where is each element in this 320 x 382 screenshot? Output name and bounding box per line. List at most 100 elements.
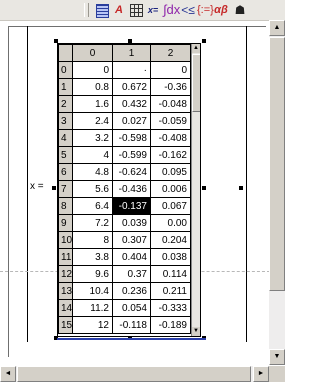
table-cell[interactable]: 12 <box>72 316 113 334</box>
table-cell[interactable]: 11.2 <box>72 299 113 317</box>
table-cell[interactable]: 0 <box>150 61 191 79</box>
row-header[interactable]: 7 <box>58 180 73 198</box>
horizontal-scrollbar[interactable]: ◄ ► <box>0 366 269 382</box>
table-cell[interactable]: 0.404 <box>112 248 151 266</box>
table-cell[interactable]: · <box>112 61 151 79</box>
selected-cell[interactable]: -0.137 <box>112 197 151 215</box>
row-header[interactable]: 10 <box>58 231 73 249</box>
table-cell[interactable]: -0.36 <box>150 78 191 96</box>
table-cell[interactable]: -0.118 <box>112 316 151 334</box>
scroll-right-button[interactable]: ► <box>253 366 269 382</box>
table-cell[interactable]: 6.4 <box>72 197 113 215</box>
row-header[interactable]: 0 <box>58 61 73 79</box>
math-toolbar: A x= ∫dx <≤ {:=} αβ ☗ <box>0 0 285 21</box>
row-header[interactable]: 9 <box>58 214 73 232</box>
table-cell[interactable]: 7.2 <box>72 214 113 232</box>
boolean-icon[interactable]: <≤ <box>180 2 196 18</box>
table-cell[interactable]: 0.307 <box>112 231 151 249</box>
resize-handle[interactable] <box>202 186 206 190</box>
table-cell[interactable]: 0.027 <box>112 112 151 130</box>
column-header[interactable]: 1 <box>112 44 151 62</box>
table-scroll-up-button[interactable]: ▲ <box>192 44 200 53</box>
table-cell[interactable]: 0.039 <box>112 214 151 232</box>
resize-handle[interactable] <box>202 39 206 43</box>
table-cell[interactable]: 10.4 <box>72 282 113 300</box>
table-cell[interactable]: -0.624 <box>112 163 151 181</box>
table-cell[interactable]: 0 <box>72 61 113 79</box>
graph-icon[interactable]: A <box>111 2 127 18</box>
table-cell[interactable]: 0.067 <box>150 197 191 215</box>
table-cell[interactable]: 0.211 <box>150 282 191 300</box>
row-header[interactable]: 15 <box>58 316 73 334</box>
table-cell[interactable]: 0.8 <box>72 78 113 96</box>
table-cell[interactable]: 9.6 <box>72 265 113 283</box>
table-cell[interactable]: 0.038 <box>150 248 191 266</box>
table-row: 3 2.4 0.027 -0.059 <box>58 112 191 130</box>
matrix-icon[interactable] <box>128 2 144 18</box>
resize-handle[interactable] <box>239 186 243 190</box>
row-header[interactable]: 8 <box>58 197 73 215</box>
table-cell[interactable]: -0.599 <box>112 146 151 164</box>
row-header[interactable]: 3 <box>58 112 73 130</box>
table-cell[interactable]: 0.672 <box>112 78 151 96</box>
table-cell[interactable]: 4.8 <box>72 163 113 181</box>
column-header[interactable]: 2 <box>150 44 191 62</box>
table-cell[interactable]: -0.189 <box>150 316 191 334</box>
table-cell[interactable]: -0.162 <box>150 146 191 164</box>
table-scroll-thumb[interactable] <box>192 54 200 112</box>
table-cell[interactable]: -0.059 <box>150 112 191 130</box>
column-header[interactable]: 0 <box>72 44 113 62</box>
matrix-table: 0 1 2 0 0 · 0 1 0.8 0.672 -0.36 2 1.6 0.432 -0.048 3… <box>58 44 191 334</box>
row-header[interactable]: 12 <box>58 265 73 283</box>
table-cell[interactable]: 8 <box>72 231 113 249</box>
table-cell[interactable]: 2.4 <box>72 112 113 130</box>
table-cell[interactable]: 0.432 <box>112 95 151 113</box>
row-header[interactable]: 6 <box>58 163 73 181</box>
table-cell[interactable]: 0.006 <box>150 180 191 198</box>
table-cell[interactable]: 0.095 <box>150 163 191 181</box>
toolbar-grip[interactable] <box>84 3 89 17</box>
matrix-output-table[interactable]: 0 1 2 0 0 · 0 1 0.8 0.672 -0.36 2 1.6 0.432 -0.048 3… <box>57 43 201 337</box>
table-cell[interactable]: 0.236 <box>112 282 151 300</box>
row-header[interactable]: 4 <box>58 129 73 147</box>
vertical-scrollbar[interactable]: ▲ ▼ <box>269 20 285 365</box>
table-cell[interactable]: -0.436 <box>112 180 151 198</box>
table-cell[interactable]: 0.00 <box>150 214 191 232</box>
row-header[interactable]: 11 <box>58 248 73 266</box>
scroll-down-button[interactable]: ▼ <box>269 349 285 365</box>
table-scrollbar[interactable]: ▲ ▼ <box>191 44 200 336</box>
row-header[interactable]: 5 <box>58 146 73 164</box>
row-header[interactable]: 13 <box>58 282 73 300</box>
scroll-up-button[interactable]: ▲ <box>269 20 285 36</box>
table-cell[interactable]: 0.054 <box>112 299 151 317</box>
greek-icon[interactable]: αβ <box>213 2 229 18</box>
table-cell[interactable]: 5.6 <box>72 180 113 198</box>
row-header[interactable]: 2 <box>58 95 73 113</box>
calculus-icon[interactable]: ∫dx <box>163 2 180 18</box>
table-cell[interactable]: 3.2 <box>72 129 113 147</box>
evaluation-icon[interactable]: x= <box>145 2 161 18</box>
table-cell[interactable]: -0.333 <box>150 299 191 317</box>
table-cell[interactable]: 0.37 <box>112 265 151 283</box>
table-cell[interactable]: 4 <box>72 146 113 164</box>
table-cell[interactable]: -0.598 <box>112 129 151 147</box>
vertical-scroll-thumb[interactable] <box>269 37 285 291</box>
table-cell[interactable]: 0.204 <box>150 231 191 249</box>
scrollbar-corner <box>269 366 285 382</box>
symbolic-icon[interactable]: ☗ <box>232 2 248 18</box>
row-header[interactable]: 1 <box>58 78 73 96</box>
horizontal-scroll-thumb[interactable] <box>17 366 251 382</box>
programming-icon[interactable]: {:=} <box>197 2 214 18</box>
row-header[interactable]: 14 <box>58 299 73 317</box>
calculator-icon[interactable] <box>94 2 110 18</box>
resize-handle[interactable] <box>52 186 56 190</box>
table-cell[interactable]: 0.114 <box>150 265 191 283</box>
table-cell[interactable]: -0.408 <box>150 129 191 147</box>
scroll-left-button[interactable]: ◄ <box>0 366 16 382</box>
table-row: 4 3.2 -0.598 -0.408 <box>58 129 191 147</box>
table-row: 2 1.6 0.432 -0.048 <box>58 95 191 113</box>
table-cell[interactable]: 3.8 <box>72 248 113 266</box>
table-cell[interactable]: -0.048 <box>150 95 191 113</box>
table-cell[interactable]: 1.6 <box>72 95 113 113</box>
table-scroll-down-button[interactable]: ▼ <box>192 327 200 336</box>
